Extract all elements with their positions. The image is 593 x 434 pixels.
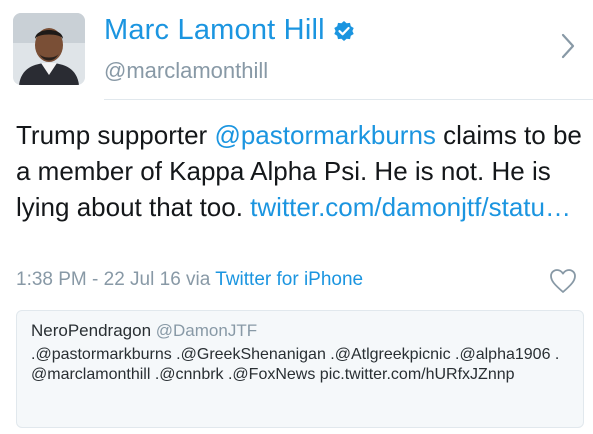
tweet-url-link[interactable]: twitter.com/damonjtf/statu… [250,192,571,222]
author-name-row[interactable]: Marc Lamont Hill [104,14,355,47]
quoted-author-name: NeroPendragon [31,321,152,340]
quoted-tweet-header: NeroPendragon @DamonJTF [31,320,569,342]
quoted-tweet-text: .@pastormarkburns .@GreekShenanigan .@At… [31,346,560,383]
quoted-author-handle: @DamonJTF [155,321,258,340]
tweet-text: Trump supporter @pastormarkburns claims … [16,117,582,225]
quoted-tweet-card[interactable]: NeroPendragon @DamonJTF .@pastormarkburn… [16,310,584,428]
header-divider [104,99,593,100]
avatar[interactable] [13,13,85,85]
tweet-author-header[interactable]: Marc Lamont Hill @marclamonthill [0,0,593,98]
tweet-text-part: Trump supporter [16,120,215,150]
chevron-right-icon[interactable] [561,33,575,59]
author-display-name[interactable]: Marc Lamont Hill [104,14,325,47]
like-heart-icon[interactable] [549,268,577,294]
tweet-meta: 1:38 PM - 22 Jul 16 via Twitter for iPho… [16,269,363,291]
tweet-source-link[interactable]: Twitter for iPhone [215,269,363,290]
profile-photo [13,13,85,85]
mention-link[interactable]: @pastormarkburns [214,120,435,150]
verified-badge-icon [333,20,355,42]
tweet-timestamp: 1:38 PM - 22 Jul 16 via [16,269,216,290]
author-handle[interactable]: @marclamonthill [104,58,268,84]
